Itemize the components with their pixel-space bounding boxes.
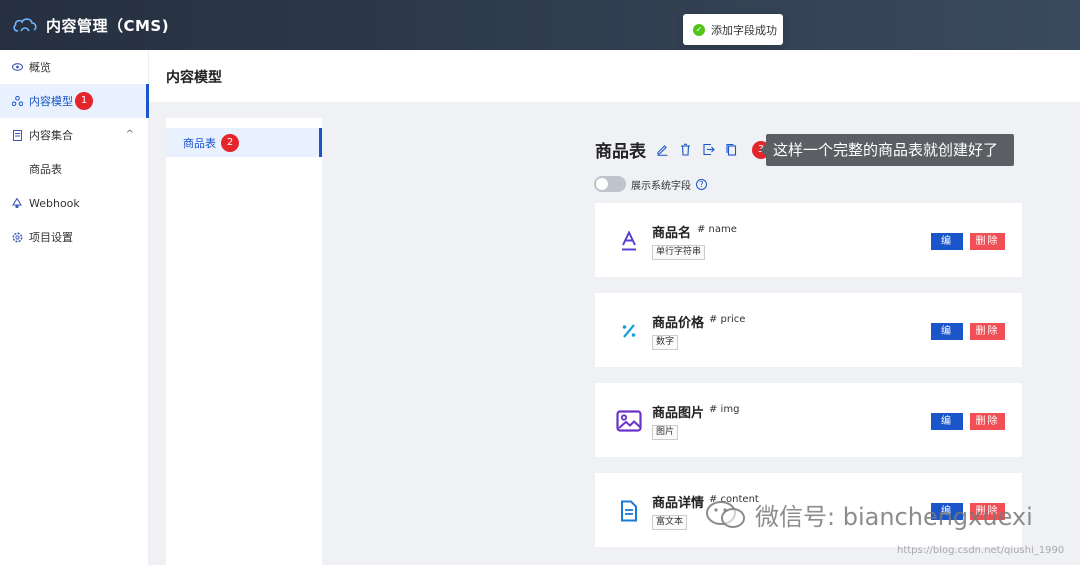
- model-item-label: 商品表: [183, 136, 216, 150]
- edit-field-button[interactable]: 编辑: [931, 233, 963, 264]
- sidebar-item-overview[interactable]: 概览: [0, 50, 148, 84]
- field-card: 商品名 # name 单行字符串 编辑 删除: [595, 203, 1022, 277]
- field-name: 商品详情: [652, 496, 705, 511]
- app-title: 内容管理（CMS): [46, 16, 170, 35]
- field-key: # price: [709, 314, 746, 325]
- sidebar-item-label: Webhook: [29, 196, 80, 210]
- sidebar-item-label: 项目设置: [29, 231, 73, 244]
- edit-field-button[interactable]: 编辑: [931, 323, 963, 354]
- eye-icon: [11, 61, 23, 73]
- field-card: 商品价格 # price 数字 编辑 删除: [595, 293, 1022, 367]
- watermark: 微信号: bianchengxuexi: [705, 497, 1033, 532]
- document-icon: [615, 497, 643, 525]
- page-title: 内容模型: [166, 70, 222, 86]
- field-type-tag: 数字: [652, 335, 679, 350]
- step-badge: 1: [75, 92, 93, 110]
- sidebar-item-label: 概览: [29, 61, 51, 74]
- gear-icon: [11, 231, 23, 243]
- text-icon: [615, 227, 643, 255]
- sidebar-item-label: 内容集合: [29, 129, 73, 142]
- copy-icon[interactable]: [725, 143, 738, 156]
- toast-message: 添加字段成功: [711, 23, 777, 37]
- sidebar-item-label: 内容模型: [29, 95, 73, 108]
- show-system-fields-label: 展示系统字段: [631, 180, 691, 192]
- sidebar-item-product-table[interactable]: 商品表: [0, 152, 148, 186]
- model-list: 商品表 2: [166, 118, 322, 565]
- sidebar-item-label: 商品表: [29, 163, 62, 176]
- sidebar-item-content-model[interactable]: 内容模型 1: [0, 84, 149, 118]
- check-circle-icon: ✓: [693, 23, 705, 36]
- edit-icon[interactable]: [656, 143, 669, 156]
- sidebar-item-webhook[interactable]: Webhook: [0, 186, 148, 220]
- field-type-tag: 单行字符串: [652, 245, 706, 260]
- model-name: 商品表: [595, 142, 646, 162]
- field-name: 商品价格: [652, 316, 705, 331]
- model-icon: [11, 95, 23, 107]
- help-icon[interactable]: ?: [696, 178, 707, 190]
- delete-icon[interactable]: [679, 143, 692, 156]
- show-system-fields-toggle[interactable]: [594, 176, 626, 192]
- number-icon: [615, 317, 643, 345]
- page-header: 内容模型: [149, 50, 1080, 102]
- delete-field-button[interactable]: 删除: [970, 323, 1005, 340]
- show-system-fields-row: 展示系统字段 ?: [594, 176, 707, 192]
- sidebar-item-collections[interactable]: 内容集合 ^: [0, 118, 148, 152]
- annotation-tooltip: 这样一个完整的商品表就创建好了: [760, 134, 1014, 166]
- export-icon[interactable]: [702, 143, 715, 156]
- watermark-url: https://blog.csdn.net/qiushi_1990: [897, 545, 1065, 556]
- model-header: 商品表 3: [595, 137, 770, 162]
- image-icon: [615, 407, 643, 435]
- field-name: 商品图片: [652, 406, 705, 421]
- wechat-logo-icon: [706, 500, 745, 528]
- field-type-tag: 图片: [652, 425, 679, 440]
- toggle-knob: [596, 178, 608, 190]
- success-toast: ✓ 添加字段成功: [683, 14, 783, 45]
- sidebar-item-settings[interactable]: 项目设置: [0, 220, 148, 254]
- webhook-icon: [11, 197, 23, 209]
- collection-icon: [11, 129, 23, 141]
- delete-field-button[interactable]: 删除: [970, 413, 1005, 430]
- field-key: # name: [697, 224, 737, 235]
- top-bar: 内容管理（CMS): [0, 0, 1080, 50]
- field-key: # img: [709, 404, 740, 415]
- delete-field-button[interactable]: 删除: [970, 233, 1005, 250]
- field-type-tag: 富文本: [652, 515, 688, 530]
- model-item-product-table[interactable]: 商品表 2: [166, 128, 322, 157]
- field-card: 商品图片 # img 图片 编辑 删除: [595, 383, 1022, 457]
- watermark-text: 微信号: bianchengxuexi: [755, 503, 1033, 531]
- step-badge: 2: [221, 133, 239, 152]
- cloud-logo-icon: [13, 18, 37, 32]
- sidebar: 概览 内容模型 1 内容集合 ^ 商品表 Webhook 项目设置: [0, 50, 149, 565]
- chevron-up-icon[interactable]: ^: [126, 129, 134, 140]
- edit-field-button[interactable]: 编辑: [931, 413, 963, 444]
- field-name: 商品名: [652, 226, 692, 241]
